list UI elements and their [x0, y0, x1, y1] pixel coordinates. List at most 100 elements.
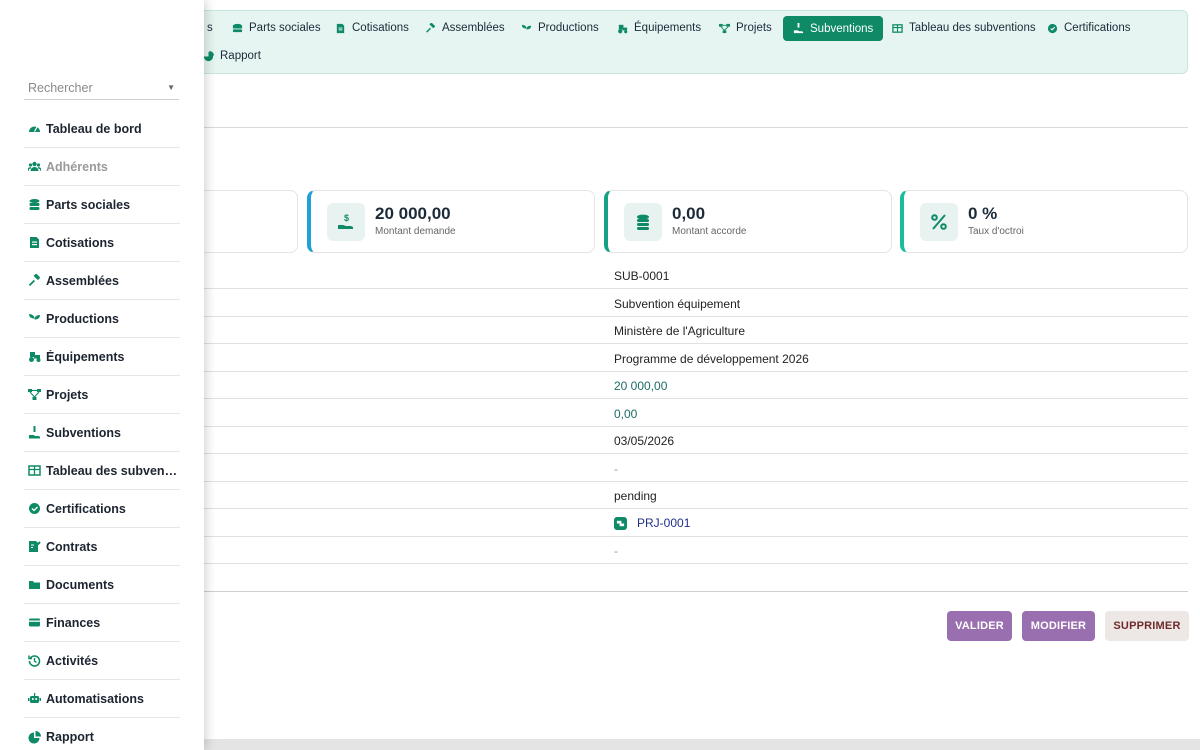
- sidebar-item-subventions[interactable]: Subventions: [24, 414, 180, 452]
- sidebar-item-label: Finances: [46, 615, 101, 630]
- detail-row-statut: pending: [204, 482, 1188, 509]
- tab-label: Productions: [538, 22, 599, 34]
- sidebar-item-label: Cotisations: [46, 235, 115, 250]
- table-icon: [28, 464, 41, 477]
- receipt-icon: [335, 23, 346, 34]
- gavel-icon: [425, 22, 436, 34]
- tab-label: Assemblées: [442, 22, 505, 34]
- stat-value: 0,00: [672, 204, 706, 223]
- certificate-icon: [1047, 23, 1058, 34]
- detail-row-montant-demande: 20 000,00: [204, 372, 1188, 399]
- stat-card-montant-accorde: 0,00 Montant accorde: [604, 190, 892, 253]
- chevron-down-icon[interactable]: ▼: [167, 83, 175, 92]
- sidebar-item-label: Automatisations: [46, 691, 144, 706]
- table-icon: [892, 23, 903, 34]
- users-icon: [28, 160, 41, 173]
- sidebar-item-tableau-de-bord[interactable]: Tableau de bord: [24, 110, 180, 148]
- tab-label: Certifications: [1064, 22, 1131, 34]
- tab-equipements[interactable]: Équipements: [609, 16, 709, 40]
- stat-label: Taux d'octroi: [968, 226, 1024, 237]
- percent-icon: [920, 203, 958, 241]
- delete-button[interactable]: SUPPRIMER: [1105, 611, 1189, 641]
- detail-value: 0,00: [614, 407, 638, 421]
- edit-button[interactable]: MODIFIER: [1022, 611, 1095, 641]
- sidebar-item-label: Rapport: [46, 730, 94, 744]
- tab-assemblees[interactable]: Assemblées: [417, 16, 513, 40]
- detail-row-organisme: Ministère de l'Agriculture: [204, 317, 1188, 344]
- sidebar-item-parts-sociales[interactable]: Parts sociales: [24, 186, 180, 224]
- tab-parts-sociales[interactable]: Parts sociales: [224, 16, 329, 40]
- detail-row-projet: PRJ-0001: [204, 510, 1188, 537]
- tab-subventions[interactable]: Subventions: [783, 16, 884, 41]
- tab-label: s: [207, 22, 213, 34]
- detail-row-reference: SUB-0001: [204, 262, 1188, 289]
- validate-button[interactable]: VALIDER: [947, 611, 1012, 641]
- detail-row-empty-3: [204, 565, 1188, 592]
- stat-value: 20 000,00: [375, 204, 451, 223]
- receipt-icon: [28, 236, 41, 249]
- project-link-icon: [614, 516, 627, 530]
- sidebar-item-label: Documents: [46, 577, 115, 592]
- sidebar-item-certifications[interactable]: Certifications: [24, 490, 180, 528]
- detail-value: Programme de développement 2026: [614, 352, 809, 366]
- sidebar-item-label: Tableau des subventions: [46, 463, 180, 478]
- tab-label: Équipements: [634, 22, 702, 34]
- detail-value: -: [614, 544, 618, 558]
- sidebar-item-activites[interactable]: Activités: [24, 642, 180, 680]
- sidebar-item-tableau-subventions[interactable]: Tableau des subventions: [24, 452, 180, 490]
- sidebar-item-documents[interactable]: Documents: [24, 566, 180, 604]
- tab-rapport[interactable]: Rapport: [195, 44, 269, 68]
- sidebar-item-label: Certifications: [46, 501, 126, 516]
- sidebar-item-label: Assemblées: [46, 273, 119, 288]
- tab-label: Cotisations: [352, 22, 409, 34]
- sidebar-item-label: Adhérents: [46, 159, 108, 174]
- sidebar-item-cotisations[interactable]: Cotisations: [24, 224, 180, 262]
- tab-label: Tableau des subventions: [909, 22, 1036, 34]
- sidebar: Rechercher ▼ Tableau de bord Adhérents P…: [0, 0, 204, 750]
- seedling-icon: [28, 312, 41, 325]
- search-input[interactable]: Rechercher ▼: [24, 76, 179, 100]
- detail-value: SUB-0001: [614, 269, 670, 283]
- sidebar-item-label: Parts sociales: [46, 197, 131, 212]
- stat-card-taux-octroi: 0 % Taux d'octroi: [900, 190, 1188, 253]
- tractor-icon: [28, 350, 41, 363]
- wallet-icon: [28, 616, 41, 629]
- tab-certifications[interactable]: Certifications: [1039, 16, 1138, 40]
- project-link[interactable]: PRJ-0001: [614, 516, 690, 530]
- tab-tableau-subventions[interactable]: Tableau des subventions: [884, 16, 1044, 40]
- project-link-label: PRJ-0001: [637, 516, 691, 530]
- details-divider: [204, 591, 1188, 592]
- tab-cotisations[interactable]: Cotisations: [327, 16, 417, 40]
- sidebar-item-label: Contrats: [46, 539, 98, 554]
- hand-dollar-icon: $: [327, 203, 365, 241]
- stat-value: 0 %: [968, 204, 998, 223]
- sidebar-item-contrats[interactable]: Contrats: [24, 528, 180, 566]
- header-divider: [204, 127, 1188, 128]
- sidebar-item-rapport[interactable]: Rapport: [24, 718, 180, 750]
- sidebar-item-automatisations[interactable]: Automatisations: [24, 680, 180, 718]
- tab-label: Parts sociales: [249, 22, 321, 34]
- tab-label: Projets: [736, 22, 772, 34]
- detail-row-montant-accorde: 0,00: [204, 400, 1188, 427]
- tab-projets[interactable]: Projets: [711, 16, 780, 40]
- detail-value: Ministère de l'Agriculture: [614, 324, 746, 338]
- detail-value: 20 000,00: [614, 379, 668, 393]
- tab-label: Rapport: [220, 50, 261, 62]
- detail-value: 03/05/2026: [614, 434, 675, 448]
- sidebar-item-projets[interactable]: Projets: [24, 376, 180, 414]
- folder-icon: [28, 578, 41, 591]
- sidebar-item-finances[interactable]: Finances: [24, 604, 180, 642]
- project-diagram-icon: [719, 23, 730, 34]
- sidebar-item-label: Activités: [46, 653, 99, 668]
- detail-row-empty-2: -: [204, 537, 1188, 564]
- sidebar-item-equipements[interactable]: Équipements: [24, 338, 180, 376]
- sidebar-item-productions[interactable]: Productions: [24, 300, 180, 338]
- sidebar-item-adherents[interactable]: Adhérents: [24, 148, 180, 186]
- project-diagram-icon: [28, 388, 41, 401]
- detail-row-titre: Subvention équipement: [204, 290, 1188, 317]
- detail-row-date: 03/05/2026: [204, 427, 1188, 454]
- coins-icon: [28, 198, 41, 211]
- sidebar-item-assemblees[interactable]: Assemblées: [24, 262, 180, 300]
- pie-chart-icon: [28, 730, 41, 744]
- tab-productions[interactable]: Productions: [513, 16, 607, 40]
